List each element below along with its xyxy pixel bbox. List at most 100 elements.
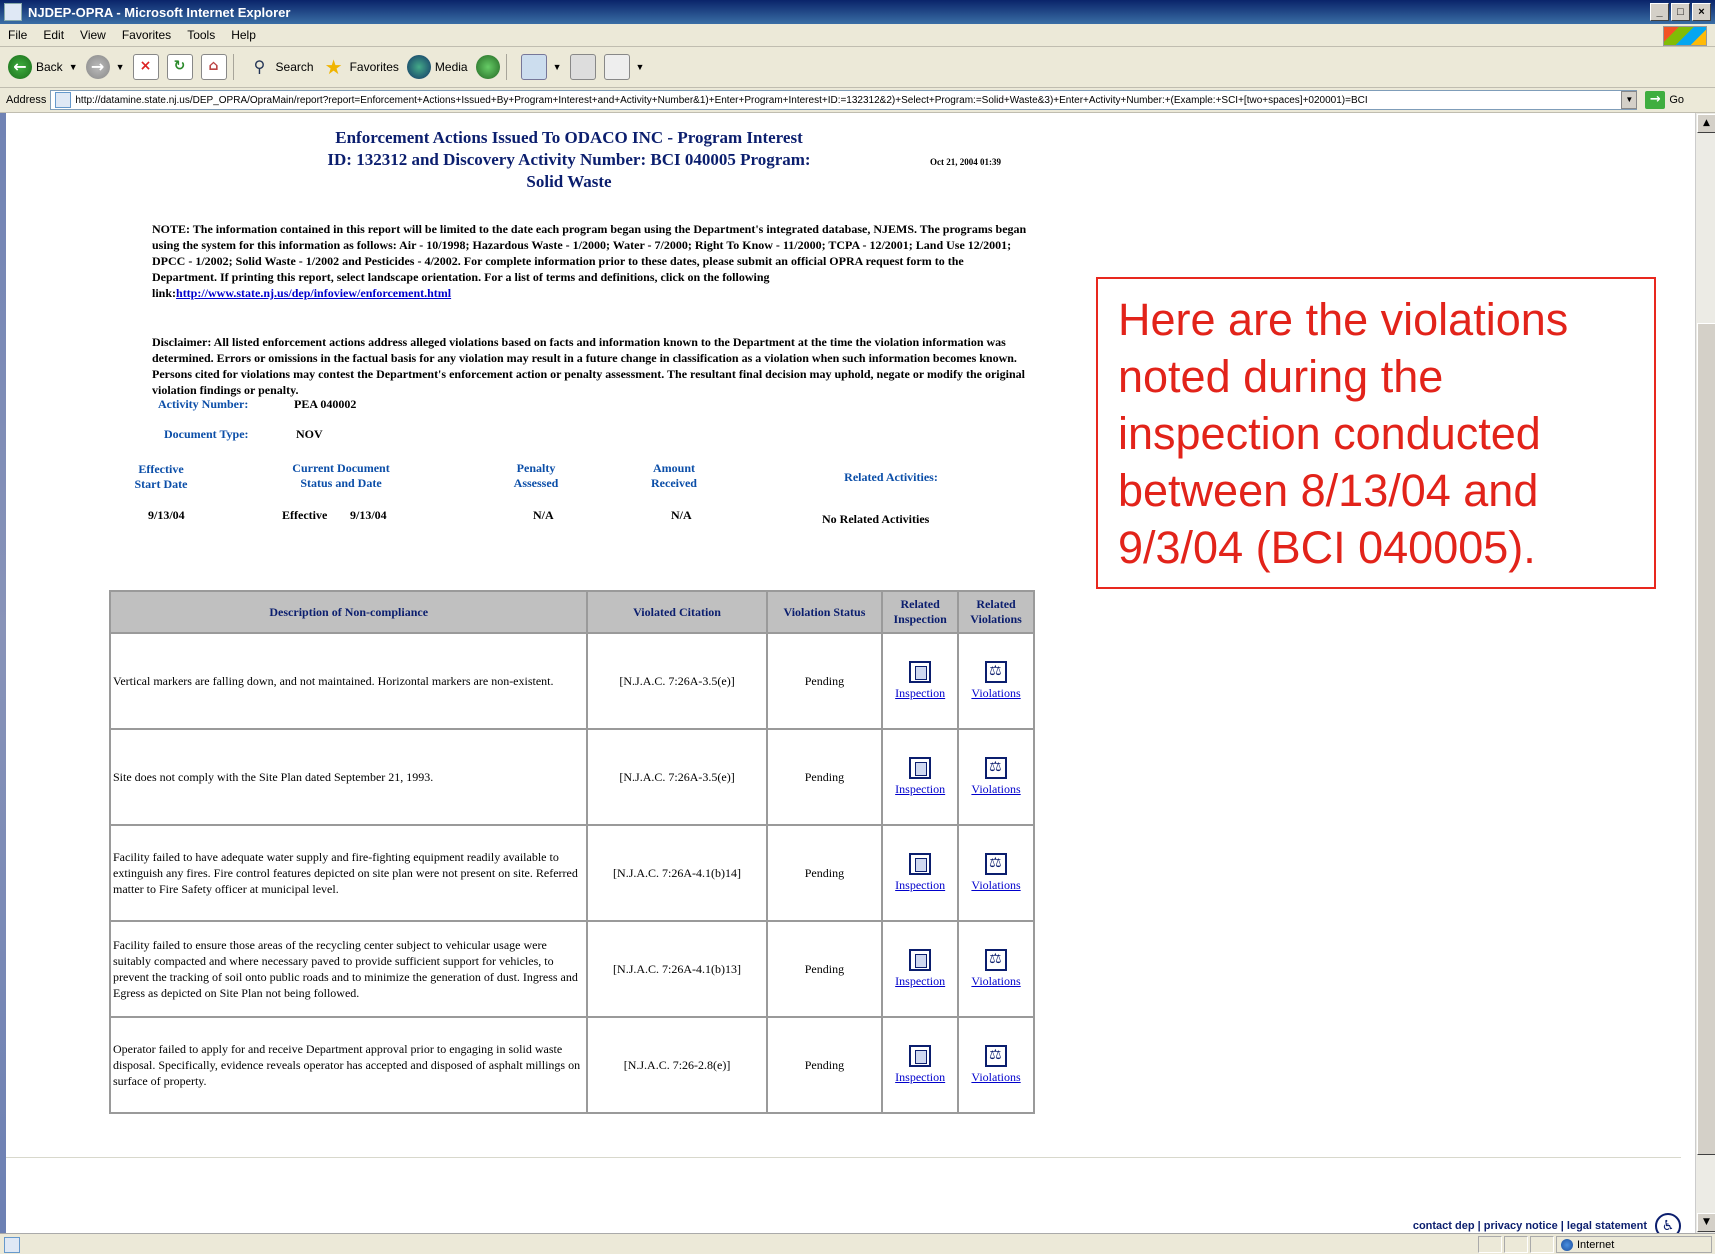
related-activities-header: Related Activities: (844, 470, 938, 484)
address-url: http://datamine.state.nj.us/DEP_OPRA/Opr… (75, 94, 1368, 106)
table-header-row: Description of Non-compliance Violated C… (108, 590, 1035, 634)
media-button[interactable]: Media (406, 55, 468, 79)
table-row: Facility failed to ensure those areas of… (108, 920, 1035, 1018)
address-dropdown-icon[interactable]: ▼ (1621, 91, 1638, 109)
violations-link[interactable]: Violations (960, 877, 1032, 893)
col-related-inspection: Related Inspection (881, 590, 960, 634)
favorites-button[interactable]: ★ Favorites (322, 55, 399, 79)
scale-icon[interactable] (985, 661, 1008, 683)
scale-icon[interactable] (985, 949, 1008, 971)
print-icon[interactable] (569, 54, 596, 80)
violations-cell: Violations (957, 728, 1035, 826)
vertical-scrollbar[interactable]: ▲ ▼ (1695, 113, 1715, 1233)
header-text: Start Date (134, 477, 188, 491)
description-cell: Facility failed to have adequate water s… (108, 824, 589, 922)
report-title-line3: Solid Waste (526, 172, 612, 191)
inspection-link[interactable]: Inspection (884, 973, 956, 989)
refresh-icon[interactable]: ↻ (166, 54, 193, 80)
header-text: Inspection (893, 612, 947, 626)
status-value: Effective (282, 508, 328, 522)
page-icon (55, 92, 72, 108)
menu-favorites[interactable]: Favorites (114, 28, 179, 42)
header-text: Violations (970, 612, 1022, 626)
status-cells (1478, 1236, 1554, 1253)
forward-arrow-icon: → (85, 55, 110, 79)
stop-icon[interactable]: × (132, 54, 159, 80)
footer-links[interactable]: contact dep | privacy notice | legal sta… (1413, 1220, 1647, 1232)
scale-icon[interactable] (985, 757, 1008, 779)
menu-edit[interactable]: Edit (35, 28, 72, 42)
inspection-cell: Inspection (881, 824, 960, 922)
globe-icon (1561, 1238, 1573, 1251)
description-cell: Operator failed to apply for and receive… (108, 1016, 589, 1114)
inspection-link[interactable]: Inspection (884, 781, 956, 797)
address-input[interactable]: http://datamine.state.nj.us/DEP_OPRA/Opr… (50, 90, 1638, 110)
inspection-link[interactable]: Inspection (884, 685, 956, 701)
go-label: Go (1669, 94, 1685, 106)
forward-button[interactable]: → ▼ (85, 55, 125, 79)
search-label: Search (275, 60, 314, 74)
status-cell: Pending (765, 824, 884, 922)
violations-link[interactable]: Violations (960, 973, 1032, 989)
inspection-icon[interactable] (909, 757, 932, 779)
amount-header: Amount Received (634, 461, 714, 491)
col-description: Description of Non-compliance (108, 590, 589, 634)
history-icon[interactable] (475, 55, 500, 79)
violations-table: Description of Non-compliance Violated C… (108, 590, 1035, 1114)
home-icon[interactable]: ⌂ (200, 54, 227, 80)
menu-view[interactable]: View (72, 28, 114, 42)
enforcement-link[interactable]: http://www.state.nj.us/dep/infoview/enfo… (176, 286, 451, 300)
status-cell: Pending (765, 632, 884, 730)
back-button[interactable]: ← Back ▼ (8, 55, 78, 79)
star-icon: ★ (324, 55, 343, 79)
go-button[interactable]: → Go (1645, 91, 1684, 109)
close-button[interactable]: × (1692, 3, 1711, 21)
mail-icon[interactable] (520, 54, 547, 80)
inspection-link[interactable]: Inspection (884, 877, 956, 893)
violations-link[interactable]: Violations (960, 1069, 1032, 1085)
security-zone: Internet (1556, 1236, 1712, 1253)
scale-icon[interactable] (985, 853, 1008, 875)
edit-icon[interactable] (603, 54, 630, 80)
status-cell (1504, 1236, 1528, 1253)
effective-start-header: Effective Start Date (106, 462, 216, 492)
document-type-value: NOV (296, 427, 323, 441)
maximize-button[interactable]: □ (1671, 3, 1690, 21)
inspection-icon[interactable] (909, 661, 932, 683)
scale-icon[interactable] (985, 1045, 1008, 1067)
address-bar: Address http://datamine.state.nj.us/DEP_… (0, 88, 1715, 113)
menu-help[interactable]: Help (223, 28, 264, 42)
inspection-cell: Inspection (881, 1016, 960, 1114)
citation-cell: [N.J.A.C. 7:26A-3.5(e)] (586, 728, 768, 826)
table-row: Site does not comply with the Site Plan … (108, 728, 1035, 826)
inspection-link[interactable]: Inspection (884, 1069, 956, 1085)
inspection-icon[interactable] (909, 949, 932, 971)
go-arrow-icon: → (1645, 91, 1666, 109)
inspection-cell: Inspection (881, 728, 960, 826)
status-cell: Pending (765, 920, 884, 1018)
violations-link[interactable]: Violations (960, 781, 1032, 797)
back-label: Back (36, 60, 63, 74)
chevron-down-icon: ▼ (68, 62, 78, 72)
chevron-down-icon: ▼ (552, 62, 562, 72)
scroll-down-icon[interactable]: ▼ (1697, 1213, 1715, 1232)
table-row: Vertical markers are falling down, and n… (108, 632, 1035, 730)
scroll-thumb[interactable] (1697, 323, 1715, 1155)
inspection-icon[interactable] (909, 1045, 932, 1067)
related-activities-value: No Related Activities (822, 512, 930, 526)
header-text: Related (976, 597, 1016, 611)
menu-tools[interactable]: Tools (179, 28, 223, 42)
menu-file[interactable]: File (0, 28, 35, 42)
amount-value: N/A (671, 508, 692, 522)
violations-link[interactable]: Violations (960, 685, 1032, 701)
header-text: Penalty (516, 461, 556, 475)
minimize-button[interactable]: _ (1650, 3, 1669, 21)
status-cell (1478, 1236, 1502, 1253)
scroll-up-icon[interactable]: ▲ (1697, 114, 1715, 133)
inspection-icon[interactable] (909, 853, 932, 875)
status-cell: Pending (765, 1016, 884, 1114)
report-title: Enforcement Actions Issued To ODACO INC … (264, 127, 874, 193)
header-text: Related (900, 597, 940, 611)
citation-cell: [N.J.A.C. 7:26A-4.1(b)13] (586, 920, 768, 1018)
search-button[interactable]: ⚲ Search (248, 55, 314, 79)
